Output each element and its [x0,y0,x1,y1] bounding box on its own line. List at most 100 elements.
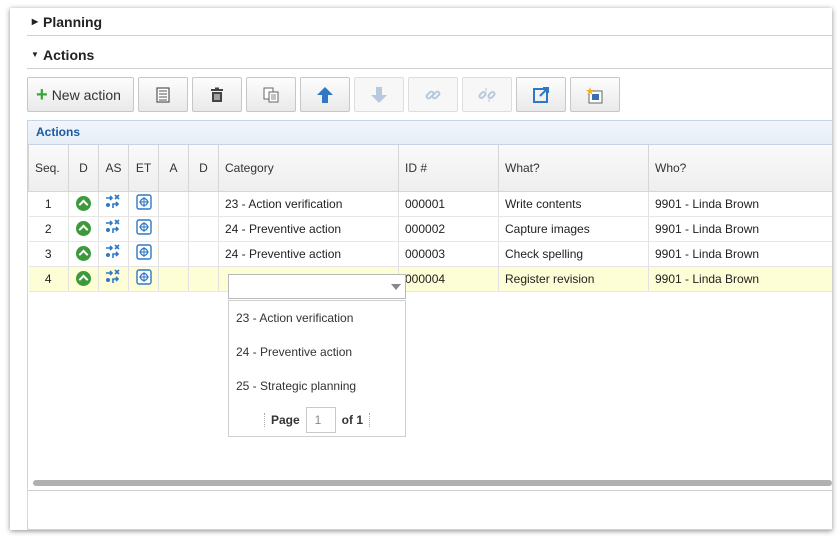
table-row[interactable]: 1 23 - Action verification 000001 Write con… [28,191,832,217]
a-cell [158,241,189,267]
horizontal-scrollbar[interactable] [33,480,832,486]
column-header-et[interactable]: ET [128,145,159,192]
unlink-button[interactable] [462,77,512,112]
actions-section-header[interactable]: ▼ Actions [27,41,832,69]
expand-arrow-icon: ▶ [31,17,39,26]
column-header-a[interactable]: A [158,145,189,192]
pager-page-label: Page [270,413,300,427]
what-cell: Register revision [498,266,649,292]
category-combobox[interactable] [228,274,406,299]
category-cell[interactable]: 24 - Preventive action [218,241,399,267]
delete-button[interactable] [192,77,242,112]
new-item-button[interactable] [570,77,620,112]
id-cell: 000001 [398,191,499,217]
trash-icon [211,87,223,102]
external-link-icon [533,86,549,103]
new-item-icon [586,86,603,103]
action-status-icon[interactable] [105,194,123,213]
unlink-icon [478,87,496,102]
what-cell: Check spelling [498,241,649,267]
action-status-icon[interactable] [105,269,123,288]
link-icon [425,90,441,99]
a-cell [158,191,189,217]
table-row[interactable]: 3 24 - Preventive action 000003 Check spell… [28,241,832,267]
window: ▶ Planning ▼ Actions + New action Action… [10,8,832,530]
seq-cell: 3 [28,241,69,267]
view-details-button[interactable] [138,77,188,112]
status-up-icon[interactable] [76,221,91,237]
d2-cell [188,241,219,267]
open-external-button[interactable] [516,77,566,112]
grid-title: Actions [28,121,832,145]
new-action-button[interactable]: + New action [27,77,134,112]
a-cell [158,216,189,242]
action-status-icon[interactable] [105,244,123,263]
d2-cell [188,266,219,292]
seq-cell: 4 [28,266,69,292]
status-up-icon[interactable] [76,246,91,262]
grid-header-row: Seq. D AS ET A D Category ID # What? Who… [28,145,832,192]
column-header-what[interactable]: What? [498,145,649,192]
action-status-icon[interactable] [105,219,123,238]
actions-toolbar: + New action [27,77,624,113]
column-header-d[interactable]: D [68,145,99,192]
d-cell[interactable] [68,266,99,292]
column-header-seq[interactable]: Seq. [28,145,69,192]
target-icon[interactable] [135,219,152,238]
collapse-arrow-icon: ▼ [31,50,39,59]
d-cell[interactable] [68,241,99,267]
link-button[interactable] [408,77,458,112]
category-cell[interactable]: 23 - Action verification [218,191,399,217]
planning-section-header[interactable]: ▶ Planning [27,8,832,36]
id-cell: 000004 [398,266,499,292]
dropdown-option[interactable]: 24 - Preventive action [229,335,405,369]
target-icon[interactable] [135,244,152,263]
status-up-icon[interactable] [76,271,91,287]
actions-grid-panel: Actions Seq. D AS ET A D Category ID # W… [27,120,832,530]
dropdown-arrow-icon[interactable] [391,284,401,290]
column-header-as[interactable]: AS [98,145,129,192]
grid-footer-bar [27,490,832,520]
column-header-who[interactable]: Who? [648,145,832,192]
arrow-down-icon [371,86,387,103]
who-cell: 9901 - Linda Brown [648,266,832,292]
who-cell: 9901 - Linda Brown [648,241,832,267]
as-cell[interactable] [98,241,129,267]
target-icon[interactable] [135,194,152,213]
as-cell[interactable] [98,266,129,292]
pager-separator [263,413,265,427]
a-cell [158,266,189,292]
category-cell[interactable]: 24 - Preventive action [218,216,399,242]
move-up-button[interactable] [300,77,350,112]
et-cell[interactable] [128,216,159,242]
d2-cell [188,216,219,242]
target-icon[interactable] [135,269,152,288]
dropdown-option[interactable]: 23 - Action verification [229,301,405,335]
et-cell[interactable] [128,241,159,267]
column-header-d2[interactable]: D [188,145,219,192]
plus-icon: + [36,83,48,106]
dropdown-option[interactable]: 25 - Strategic planning [229,369,405,403]
id-cell: 000003 [398,241,499,267]
et-cell[interactable] [128,191,159,217]
move-down-button[interactable] [354,77,404,112]
d-cell[interactable] [68,191,99,217]
d-cell[interactable] [68,216,99,242]
table-row[interactable]: 4 000004 Register revision 9901 - Linda Bro… [28,266,832,292]
pager-page-input[interactable] [305,407,336,433]
actions-section-label: Actions [43,46,95,63]
category-dropdown-list: 23 - Action verification 24 - Preventive… [228,300,406,437]
seq-cell: 2 [28,216,69,242]
column-header-category[interactable]: Category [218,145,399,192]
what-cell: Capture images [498,216,649,242]
column-header-id[interactable]: ID # [398,145,499,192]
table-row[interactable]: 2 24 - Preventive action 000002 Capture ima… [28,216,832,242]
as-cell[interactable] [98,191,129,217]
pager-separator [369,413,371,427]
as-cell[interactable] [98,216,129,242]
planning-section-label: Planning [43,13,103,30]
id-cell: 000002 [398,216,499,242]
status-up-icon[interactable] [76,196,91,212]
et-cell[interactable] [128,266,159,292]
copy-button[interactable] [246,77,296,112]
